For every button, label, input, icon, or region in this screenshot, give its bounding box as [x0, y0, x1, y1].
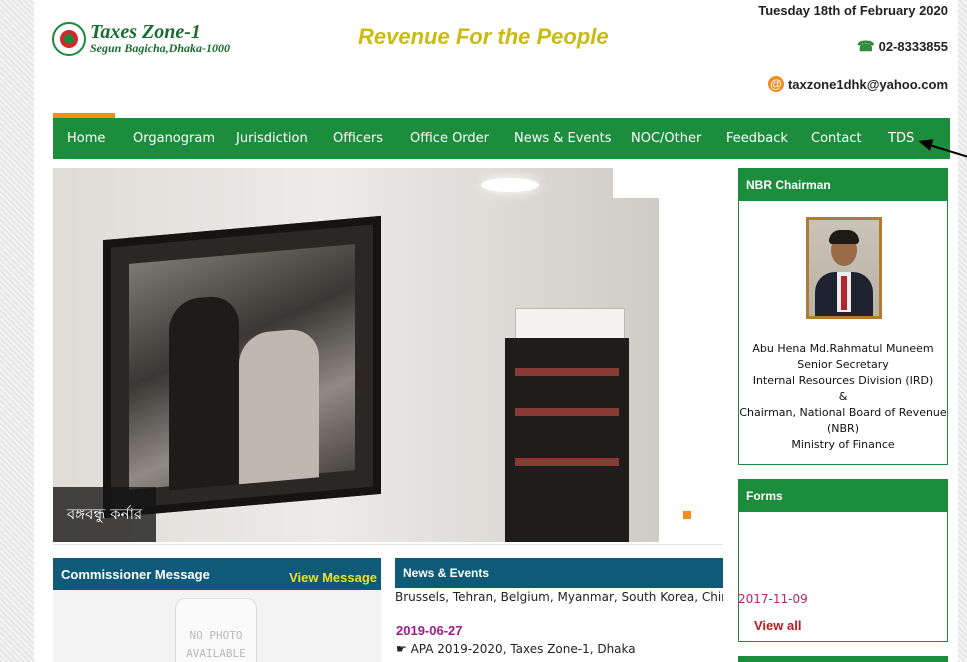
- available-text: AVAILABLE: [186, 647, 246, 660]
- site-title[interactable]: Taxes Zone-1: [90, 22, 201, 42]
- left-background-strip: [0, 0, 34, 662]
- forms-heading: Forms: [739, 480, 947, 512]
- nav-news-events[interactable]: News & Events: [514, 118, 612, 159]
- govt-seal-logo[interactable]: [52, 22, 86, 56]
- at-icon: @: [767, 76, 784, 92]
- nav-officers[interactable]: Officers: [333, 118, 383, 159]
- slide-caption: বঙ্গবন্ধু কর্নার: [53, 487, 156, 542]
- nav-tds[interactable]: TDS: [888, 118, 914, 159]
- no-photo-text: NO PHOTO: [189, 629, 243, 642]
- tagline: Revenue For the People: [358, 24, 609, 49]
- nav-home[interactable]: Home: [67, 118, 105, 159]
- nbr-chairman-panel: NBR Chairman Abu Hena Md.Rahmatul Muneem…: [738, 168, 948, 465]
- portrait-photo: [129, 244, 355, 491]
- current-date: Tuesday 18th of February 2020: [758, 3, 948, 18]
- chairman-details: Abu Hena Md.Rahmatul Muneem Senior Secre…: [739, 341, 947, 453]
- main-nav: Home Organogram Jurisdiction Officers Of…: [53, 118, 950, 159]
- slider-pager-dot[interactable]: [683, 511, 691, 519]
- phone-icon: ☎: [857, 38, 875, 54]
- no-photo-placeholder: NO PHOTO AVAILABLE: [175, 598, 257, 662]
- nav-office-order[interactable]: Office Order: [410, 118, 489, 159]
- news-ticker[interactable]: Brussels, Tehran, Belgium, Myanmar, Sout…: [395, 590, 723, 604]
- nav-organogram[interactable]: Organogram: [133, 118, 215, 159]
- chairman-role-abbr: (NBR): [826, 422, 859, 435]
- nav-noc-other[interactable]: NOC/Other: [631, 118, 701, 159]
- shelf-books: [515, 408, 619, 416]
- nav-jurisdiction[interactable]: Jurisdiction: [236, 118, 308, 159]
- forms-view-all-link[interactable]: View all: [754, 618, 801, 633]
- view-message-link[interactable]: View Message: [289, 570, 377, 585]
- commissioner-header: Commissioner Message View Message: [53, 558, 381, 590]
- forms-date: 2017-11-09: [738, 592, 808, 606]
- window-light: [613, 168, 659, 198]
- chairman-rank: Senior Secretary: [797, 358, 889, 371]
- divider: [53, 544, 723, 545]
- chairman-photo: [806, 217, 882, 319]
- shelf-books: [515, 368, 619, 376]
- chairman-name: Abu Hena Md.Rahmatul Muneem: [752, 342, 934, 355]
- news-item-link[interactable]: ☛ APA 2019-2020, Taxes Zone-1, Dhaka: [396, 642, 636, 656]
- shelf-sign: [515, 308, 625, 342]
- right-background-strip: [958, 0, 967, 662]
- chairman-ampersand: &: [838, 390, 848, 403]
- commissioner-heading: Commissioner Message: [61, 567, 210, 582]
- news-date: 2019-06-27: [396, 623, 463, 638]
- news-item-text[interactable]: APA 2019-2020, Taxes Zone-1, Dhaka: [411, 642, 636, 656]
- framed-portrait: [103, 215, 381, 519]
- nbr-chairman-heading: NBR Chairman: [739, 169, 947, 201]
- news-events-panel: News & Events Brussels, Tehran, Belgium,…: [395, 558, 723, 662]
- ceiling-light: [481, 178, 539, 192]
- pointing-hand-icon: ☛: [396, 642, 411, 656]
- contact-phone: ☎ 02-8333855: [857, 38, 948, 55]
- chairman-division: Internal Resources Division (IRD): [752, 374, 934, 387]
- chairman-role: Chairman, National Board of Revenue: [739, 406, 947, 419]
- commissioner-message-panel: Commissioner Message View Message NO PHO…: [53, 558, 381, 662]
- image-slider[interactable]: [53, 168, 659, 542]
- email-address[interactable]: taxzone1dhk@yahoo.com: [788, 77, 948, 92]
- contact-email[interactable]: @ taxzone1dhk@yahoo.com: [767, 76, 948, 92]
- site-subtitle: Segun Bagicha,Dhaka-1000: [90, 41, 231, 55]
- news-heading: News & Events: [395, 558, 723, 588]
- chairman-ministry: Ministry of Finance: [791, 438, 895, 451]
- phone-number: 02-8333855: [878, 39, 948, 54]
- next-panel-header: [738, 656, 948, 662]
- shelf-books: [515, 458, 619, 466]
- nav-feedback[interactable]: Feedback: [726, 118, 788, 159]
- nav-contact[interactable]: Contact: [811, 118, 862, 159]
